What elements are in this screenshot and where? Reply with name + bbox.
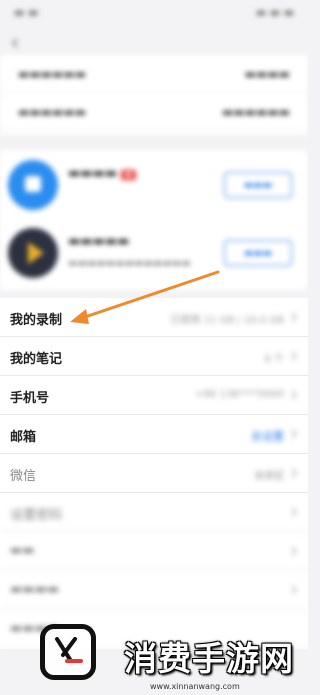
top-info-value: ▬▬▬▬▬▬: [221, 104, 290, 119]
top-info-row[interactable]: ▬▬▬▬▬▬ ▬▬▬▬: [0, 55, 308, 93]
watermark: 消费手游网 www.xinnanwang.com: [38, 620, 308, 695]
settings-row-notes[interactable]: 我的笔记 0 个: [0, 337, 308, 376]
chevron-right-icon: [291, 468, 297, 478]
settings-row-email[interactable]: 邮箱 去设置: [0, 415, 308, 454]
settings-row-wechat[interactable]: 微信 未绑定: [0, 454, 308, 493]
row-value: 0 个: [264, 354, 284, 365]
promo-card: ▬▬▬▬ ▬ ▬▬▬ ▬▬▬▬▬ ▬▬▬▬▬▬▬▬▬▬▬▬▬ ▬▬▬: [0, 150, 308, 290]
status-time: ▬ ▬: [14, 5, 39, 19]
top-info-row[interactable]: ▬▬▬▬▬▬ ▬▬▬▬▬▬: [0, 93, 308, 131]
promo-subtitle: ▬▬▬▬▬▬▬▬▬▬▬▬▬: [68, 258, 191, 269]
settings-row[interactable]: ▬▬: [0, 532, 308, 571]
top-info-label: ▬▬▬▬▬▬: [18, 66, 87, 81]
watermark-url: www.xinnanwang.com: [150, 682, 240, 691]
row-label: ▬▬▬▬: [10, 582, 60, 597]
row-value: 已使用 11 GB / 10.0 GB: [170, 315, 284, 326]
promo-title: ▬▬▬▬▬: [68, 234, 130, 249]
chevron-right-icon: [291, 507, 297, 517]
top-info-label: ▬▬▬▬▬▬: [18, 104, 87, 119]
promo-title: ▬▬▬▬▬: [68, 166, 136, 181]
watermark-text: 消费手游网: [124, 639, 294, 678]
row-label: 设置密码: [10, 508, 63, 523]
watermark-logo-icon: [40, 624, 96, 680]
settings-row-password[interactable]: 设置密码: [0, 493, 308, 532]
row-label: 微信: [10, 469, 37, 484]
row-label: 我的录制: [10, 313, 63, 328]
row-label: 邮箱: [10, 430, 37, 445]
top-info-card: ▬▬▬▬▬▬ ▬▬▬▬ ▬▬▬▬▬▬ ▬▬▬▬▬▬: [0, 55, 308, 135]
settings-list: 我的录制 已使用 11 GB / 10.0 GB 我的笔记 0 个 手机号 +8…: [0, 298, 308, 649]
video-app-logo-icon: [8, 228, 58, 278]
settings-row[interactable]: ▬▬▬▬: [0, 571, 308, 610]
row-label: 我的笔记: [10, 352, 63, 367]
play-icon: [28, 242, 44, 264]
chevron-right-icon: [291, 429, 297, 439]
account-settings-screen: ▬ ▬ ▬ ▬ ▬ ▬▬▬▬▬▬ ▬▬▬▬ ▬▬▬▬▬▬ ▬▬▬▬▬▬ ▬▬▬▬…: [0, 0, 308, 695]
top-info-value: ▬▬▬▬: [244, 66, 290, 81]
row-value: 去设置: [251, 430, 284, 443]
status-bar: ▬ ▬ ▬ ▬ ▬: [0, 0, 308, 24]
row-label: 手机号: [10, 391, 50, 406]
promo-action-button[interactable]: ▬▬▬: [224, 240, 292, 266]
settings-row-recording[interactable]: 我的录制 已使用 11 GB / 10.0 GB: [0, 298, 308, 337]
new-badge: ▬: [121, 170, 136, 180]
promo-item[interactable]: ▬▬▬▬▬ ▬▬▬▬▬▬▬▬▬▬▬▬▬ ▬▬▬: [0, 222, 308, 286]
chevron-right-icon: [291, 312, 297, 322]
row-value: 未绑定: [254, 471, 284, 482]
chevron-right-icon: [291, 585, 297, 595]
settings-row-phone[interactable]: 手机号 +86 138****0000: [0, 376, 308, 415]
row-label: ▬▬: [10, 543, 35, 558]
watermark-logo-glyph-icon: [55, 637, 83, 663]
promo-action-button[interactable]: ▬▬▬: [224, 172, 292, 198]
chevron-right-icon: [291, 546, 297, 556]
chevron-right-icon: [291, 390, 297, 400]
status-icons: ▬ ▬ ▬: [255, 5, 294, 19]
chevron-right-icon: [291, 351, 297, 361]
back-arrow-icon[interactable]: [10, 38, 20, 48]
promo-item[interactable]: ▬▬▬▬ ▬ ▬▬▬: [0, 154, 308, 218]
app-logo-glyph-icon: [25, 176, 41, 192]
row-value: +86 138****0000: [195, 389, 284, 400]
app-logo-icon: [8, 160, 58, 210]
